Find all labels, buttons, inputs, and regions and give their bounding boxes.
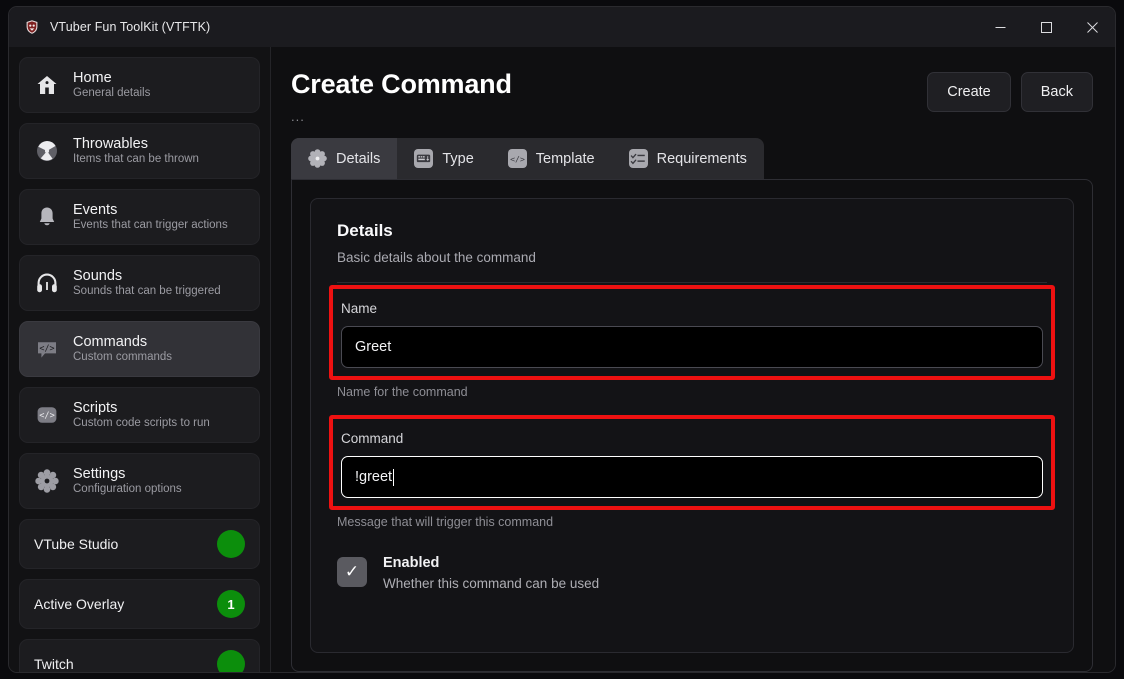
sidebar-item-label: Sounds [73, 268, 221, 285]
command-field-label: Command [341, 431, 1043, 446]
sidebar-item-sublabel: Items that can be thrown [73, 153, 199, 166]
sidebar-item-commands[interactable]: </> Commands Custom commands [19, 321, 260, 377]
body: Home General details [9, 47, 1115, 672]
maximize-icon[interactable] [1023, 7, 1069, 47]
ball-icon [34, 138, 60, 164]
vtftk-mask-logo-icon [23, 18, 41, 36]
sidebar-item-sounds[interactable]: Sounds Sounds that can be triggered [19, 255, 260, 311]
tab-details[interactable]: Details [291, 138, 397, 179]
page-title: Create Command [291, 69, 512, 100]
sidebar-item-throwables[interactable]: Throwables Items that can be thrown [19, 123, 260, 179]
create-button[interactable]: Create [927, 72, 1011, 112]
status-badge: 1 [217, 590, 245, 618]
tab-label: Requirements [657, 151, 747, 167]
sidebar-item-sublabel: Custom code scripts to run [73, 417, 210, 430]
details-card-subtitle: Basic details about the command [337, 250, 1047, 265]
status-item-active-overlay[interactable]: Active Overlay 1 [19, 579, 260, 629]
bell-icon [34, 204, 60, 230]
checklist-icon [629, 149, 648, 168]
name-input-value: Greet [355, 339, 391, 355]
window-title: VTuber Fun ToolKit (VTFTK) [50, 20, 210, 34]
svg-text:</>: </> [510, 154, 525, 164]
enabled-helper-text: Whether this command can be used [383, 576, 599, 591]
tab-requirements[interactable]: Requirements [612, 138, 764, 179]
enabled-checkbox[interactable]: ✓ [337, 557, 367, 587]
details-card: Details Basic details about the command … [310, 198, 1074, 653]
keyboard-icon [414, 149, 433, 168]
tab-label: Details [336, 151, 380, 167]
code-brackets-icon: </> [508, 149, 527, 168]
page-subtitle: ... [291, 109, 512, 124]
status-label: Active Overlay [34, 596, 124, 612]
sidebar-item-scripts[interactable]: </> Scripts Custom code scripts to run [19, 387, 260, 443]
status-item-vtube-studio[interactable]: VTube Studio [19, 519, 260, 569]
sidebar-item-label: Settings [73, 466, 182, 483]
sidebar-item-home[interactable]: Home General details [19, 57, 260, 113]
details-card-title: Details [337, 221, 1047, 241]
sidebar-item-label: Scripts [73, 400, 210, 417]
status-badge [217, 650, 245, 672]
home-icon [34, 72, 60, 98]
minimize-icon[interactable] [977, 7, 1023, 47]
main-content: Create Command ... Create Back [271, 47, 1115, 672]
enabled-row: ✓ Enabled Whether this command can be us… [337, 555, 1047, 591]
command-input[interactable]: !greet [341, 456, 1043, 498]
status-label: Twitch [34, 656, 74, 672]
window-controls [977, 7, 1115, 47]
status-badge [217, 530, 245, 558]
enabled-label: Enabled [383, 555, 599, 571]
tab-template[interactable]: </> Template [491, 138, 612, 179]
name-helper-text: Name for the command [337, 385, 1047, 399]
app-window: VTuber Fun ToolKit (VTFTK) [8, 6, 1116, 673]
status-item-twitch[interactable]: Twitch [19, 639, 260, 672]
sidebar: Home General details [9, 47, 271, 672]
tab-label: Type [442, 151, 473, 167]
command-bubble-icon: </> [34, 336, 60, 362]
tab-panel-details: Details Basic details about the command … [291, 179, 1093, 672]
sidebar-item-label: Home [73, 70, 150, 87]
sidebar-item-sublabel: Configuration options [73, 483, 182, 496]
sidebar-item-label: Throwables [73, 136, 199, 153]
tab-bar: Details Type [291, 138, 764, 179]
back-button[interactable]: Back [1021, 72, 1093, 112]
sidebar-item-label: Events [73, 202, 228, 219]
sidebar-item-sublabel: Custom commands [73, 351, 172, 364]
close-icon[interactable] [1069, 7, 1115, 47]
sidebar-item-events[interactable]: Events Events that can trigger actions [19, 189, 260, 245]
sidebar-item-settings[interactable]: Settings Configuration options [19, 453, 260, 509]
name-field-group: Name Greet [329, 285, 1055, 380]
name-field-label: Name [341, 301, 1043, 316]
sidebar-item-label: Commands [73, 334, 172, 351]
tab-type[interactable]: Type [397, 138, 490, 179]
svg-text:</>: </> [39, 343, 54, 353]
sidebar-item-sublabel: Events that can trigger actions [73, 219, 228, 232]
status-label: VTube Studio [34, 536, 118, 552]
command-helper-text: Message that will trigger this command [337, 515, 1047, 529]
header-actions: Create Back [927, 72, 1093, 112]
sidebar-item-sublabel: General details [73, 87, 150, 100]
tab-label: Template [536, 151, 595, 167]
headphones-icon [34, 270, 60, 296]
gear-icon [34, 468, 60, 494]
command-input-value: !greet [355, 469, 392, 485]
name-input[interactable]: Greet [341, 326, 1043, 368]
text-caret [393, 469, 394, 486]
sidebar-item-sublabel: Sounds that can be triggered [73, 285, 221, 298]
code-icon: </> [34, 402, 60, 428]
card-divider [337, 282, 1047, 283]
title-bar: VTuber Fun ToolKit (VTFTK) [9, 7, 1115, 47]
page-header: Create Command ... Create Back [291, 69, 1093, 124]
flower-gear-icon [308, 149, 327, 168]
svg-text:</>: </> [39, 411, 55, 421]
command-field-group: Command !greet [329, 415, 1055, 510]
